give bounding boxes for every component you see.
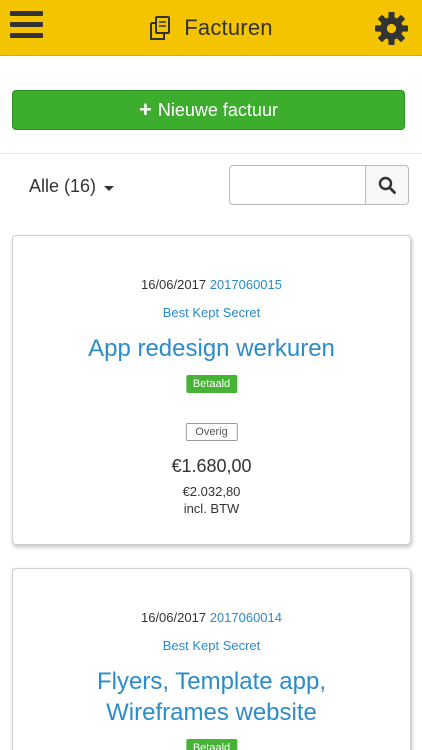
- invoice-date: 16/06/2017: [140, 610, 207, 625]
- invoice-date: 16/06/2017: [140, 277, 207, 292]
- invoice-meta: 16/06/2017 2017060015: [13, 277, 410, 292]
- invoice-client[interactable]: Best Kept Secret: [13, 638, 410, 653]
- invoice-amount: €1.680,00: [171, 456, 252, 476]
- invoice-title[interactable]: Flyers, Template app, Wireframes website: [13, 666, 410, 728]
- invoice-title-line: Flyers, Template app,: [97, 668, 326, 695]
- invoice-card[interactable]: 16/06/2017 2017060014 Best Kept Secret F…: [12, 568, 411, 750]
- status-badge: Betaald: [185, 375, 238, 393]
- incl-btw-label: incl. BTW: [183, 501, 240, 516]
- new-invoice-button[interactable]: + Nieuwe factuur: [12, 90, 405, 130]
- filter-selected-value: Alle (16): [29, 176, 97, 196]
- filter-dropdown[interactable]: Alle (16): [29, 176, 115, 197]
- category-badge: Overig: [185, 423, 238, 441]
- search-button[interactable]: [365, 165, 409, 205]
- caret-down-icon: [104, 185, 115, 191]
- invoice-title[interactable]: App redesign werkuren: [13, 333, 410, 364]
- top-bar: Facturen: [0, 0, 422, 56]
- invoice-title-line: Wireframes website: [106, 699, 317, 726]
- invoice-amount-incl: €2.032,80: [182, 484, 241, 499]
- header-title-group: Facturen: [0, 0, 422, 56]
- search-input[interactable]: [229, 165, 366, 205]
- invoice-client[interactable]: Best Kept Secret: [13, 305, 410, 320]
- invoice-number[interactable]: 2017060014: [210, 610, 282, 625]
- invoice-meta: 16/06/2017 2017060014: [13, 610, 410, 625]
- documents-icon: [150, 16, 171, 40]
- new-invoice-label: Nieuwe factuur: [157, 99, 278, 120]
- gear-icon[interactable]: [375, 12, 408, 45]
- invoice-card[interactable]: 16/06/2017 2017060015 Best Kept Secret A…: [12, 235, 411, 545]
- page-title: Facturen: [184, 15, 273, 40]
- divider: [0, 153, 422, 154]
- search-icon: [378, 176, 396, 194]
- plus-icon: +: [139, 97, 152, 122]
- status-badge: Betaald: [185, 739, 238, 750]
- invoice-number[interactable]: 2017060015: [210, 277, 282, 292]
